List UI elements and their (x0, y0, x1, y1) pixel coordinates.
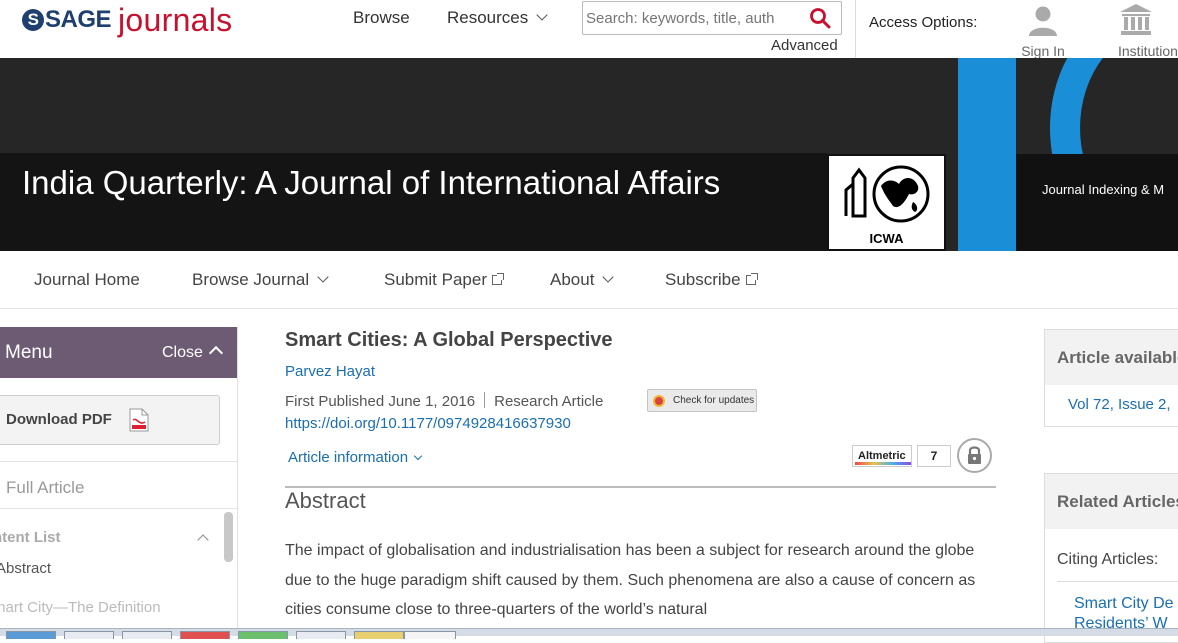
search-box (582, 1, 842, 35)
nav-label: About (550, 270, 595, 289)
article-availability-box: Article available in: Vol 72, Issue 2, (1044, 329, 1178, 427)
chevron-up-icon (208, 345, 223, 361)
altmetric-badge[interactable]: Altmetric (852, 445, 912, 467)
abstract-text: The impact of globalisation and industri… (285, 542, 976, 618)
chevron-down-icon (602, 271, 615, 283)
menu-header: Menu Close (0, 327, 237, 378)
download-pdf-button[interactable]: Download PDF (0, 395, 220, 445)
taskbar-button[interactable] (6, 631, 56, 639)
journal-banner: India Quarterly: A Journal of Internatio… (0, 58, 1178, 251)
access-lock-button[interactable] (957, 438, 992, 473)
header-divider (855, 0, 856, 58)
pdf-icon (129, 408, 149, 432)
nav-browse-journal[interactable]: Browse Journal (192, 270, 329, 290)
related-heading: Related Articles (1045, 474, 1178, 529)
resources-menu[interactable]: Resources (447, 8, 548, 28)
citing-articles-label: Citing Articles: (1057, 551, 1159, 568)
os-taskbar (0, 628, 1178, 639)
nav-label: Journal Home (34, 270, 140, 289)
taskbar-button[interactable] (180, 631, 230, 639)
abstract-divider (285, 486, 996, 488)
resources-label: Resources (447, 8, 529, 27)
altmetric-label: Altmetric (858, 450, 906, 462)
crossmark-icon (653, 395, 665, 407)
external-link-icon (745, 273, 758, 285)
sign-in-label: Sign In (1021, 43, 1065, 59)
lock-icon (968, 446, 981, 464)
first-published: First Published June 1, 2016 (285, 393, 476, 410)
toc-item-definition[interactable]: Smart City—The Definition (0, 599, 161, 616)
sage-logo-mark: S (22, 9, 44, 31)
user-icon (1029, 6, 1057, 36)
article-information-label: Article information (288, 449, 409, 466)
top-bar: SSAGE journals Browse Resources Advanced… (0, 0, 1178, 59)
doi-link[interactable]: https://doi.org/10.1177/0974928416637930 (285, 415, 571, 432)
chevron-down-icon (536, 9, 548, 21)
related-articles-box: Related Articles Citing Articles: Smart … (1044, 473, 1178, 643)
journal-nav: Journal Home Browse Journal Submit Paper… (0, 251, 1178, 309)
abstract-heading: Abstract (285, 488, 366, 513)
taskbar-button[interactable] (238, 631, 288, 639)
full-article-link[interactable]: Full Article (0, 461, 237, 509)
institution-label: Institution (1118, 43, 1178, 59)
sage-journals-logo[interactable]: S SAGE journals (22, 0, 232, 40)
menu-close-button[interactable]: Close (162, 344, 223, 362)
issue-link[interactable]: Vol 72, Issue 2, (1068, 396, 1171, 413)
check-for-updates-button[interactable]: Check for updates (647, 389, 757, 412)
download-pdf-label: Download PDF (6, 411, 112, 428)
icwa-label: ICWA (869, 231, 904, 246)
article-information-toggle[interactable]: Article information (288, 449, 423, 466)
banner-accent-strip (958, 58, 1016, 251)
institution-button[interactable]: Institution (1118, 2, 1178, 59)
logo-sage-text: SAGE (45, 6, 112, 33)
nav-submit-paper[interactable]: Submit Paper (384, 270, 504, 290)
chevron-up-icon[interactable] (197, 534, 209, 546)
toc-item-abstract[interactable]: Abstract (0, 560, 51, 577)
indexing-panel (1016, 154, 1178, 251)
taskbar-button[interactable] (354, 631, 404, 639)
related-divider (1057, 581, 1178, 582)
nav-label: Subscribe (665, 270, 741, 289)
chevron-down-icon (317, 271, 329, 283)
article-title: Smart Cities: A Global Perspective (285, 329, 613, 351)
nav-subscribe[interactable]: Subscribe (665, 270, 758, 290)
sign-in-button[interactable]: Sign In (1017, 4, 1069, 59)
article-meta: First Published June 1, 2016 Research Art… (285, 392, 603, 410)
taskbar-button[interactable] (296, 631, 346, 639)
external-link-icon (492, 273, 504, 285)
check-updates-label: Check for updates (673, 395, 755, 406)
meta-separator (484, 392, 486, 408)
search-input[interactable] (583, 2, 783, 34)
taskbar-button[interactable] (64, 631, 114, 639)
icwa-logo: ICWA (827, 154, 946, 251)
browse-menu[interactable]: Browse (353, 8, 410, 28)
nav-label: Browse Journal (192, 270, 310, 289)
taskbar-button[interactable] (404, 631, 456, 639)
article-type: Research Article (494, 393, 604, 410)
icwa-emblem-icon (844, 165, 930, 223)
altmetric-colorbar (855, 462, 911, 465)
search-icon[interactable] (809, 7, 831, 29)
chevron-down-icon (413, 451, 423, 461)
full-article-label: Full Article (6, 478, 85, 497)
nav-about[interactable]: About (550, 270, 615, 290)
altmetric-count[interactable]: 7 (917, 445, 951, 467)
logo-journals-text: journals (118, 1, 233, 38)
journal-indexing-link[interactable]: Journal Indexing & M (1042, 182, 1164, 197)
advanced-search-link[interactable]: Advanced (771, 37, 838, 54)
author-link[interactable]: Parvez Hayat (285, 363, 375, 380)
journal-title[interactable]: India Quarterly: A Journal of Internatio… (22, 162, 782, 203)
sidebar-scrollbar[interactable] (224, 512, 233, 562)
taskbar-button[interactable] (122, 631, 172, 639)
nav-journal-home[interactable]: Journal Home (34, 270, 140, 290)
article-sidebar: Menu Close Download PDF Full Article Con… (0, 327, 238, 636)
close-label: Close (162, 344, 203, 361)
access-options-label: Access Options: (869, 14, 978, 31)
nav-label: Submit Paper (384, 270, 487, 289)
menu-title: Menu (5, 342, 53, 363)
institution-icon (1120, 4, 1152, 35)
availability-heading: Article available in: (1045, 330, 1178, 385)
content-list-heading[interactable]: Content List (0, 529, 61, 546)
